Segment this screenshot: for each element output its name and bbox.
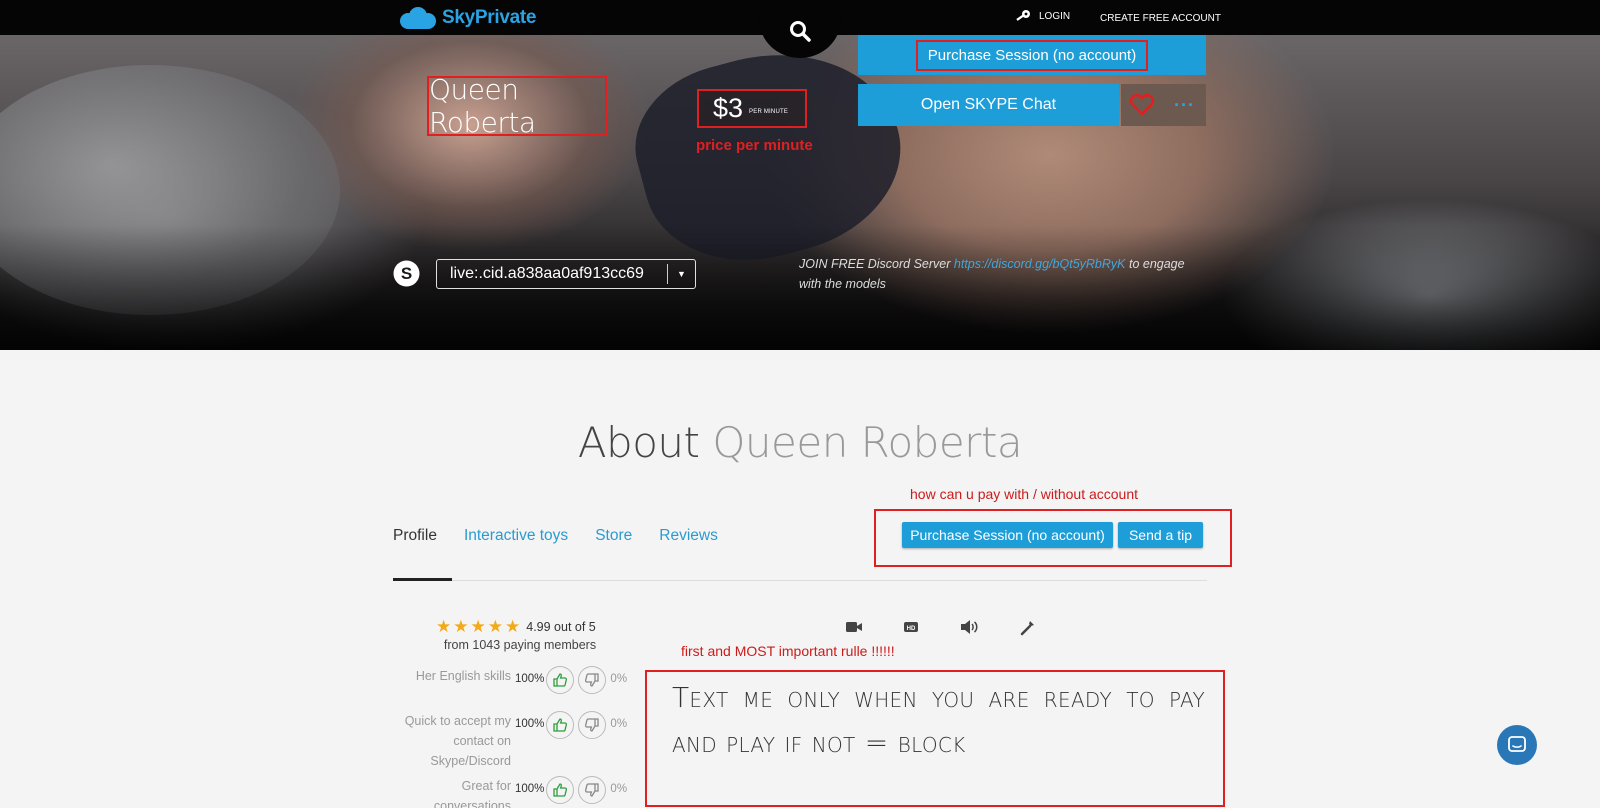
login-link[interactable]: LOGIN [1015, 9, 1070, 23]
skype-id-value: live:.cid.a838aa0af913cc69 [450, 265, 644, 282]
metric-up-percent: 100% [515, 783, 545, 795]
tab-interactive-toys[interactable]: Interactive toys [464, 527, 568, 545]
skype-id-dropdown[interactable]: live:.cid.a838aa0af913cc69 ▼ [436, 259, 696, 289]
thumbs-down-icon [585, 718, 600, 732]
video-camera-icon [846, 622, 862, 632]
purchase-session-label: Purchase Session (no account) [915, 39, 1149, 71]
annotation-rule-note: first and MOST important rulle !!!!!! [681, 643, 895, 659]
price-per-minute: $3 PER MINUTE [697, 89, 807, 128]
discord-prefix: JOIN FREE Discord Server [799, 257, 954, 271]
svg-text:S: S [401, 264, 412, 283]
paying-members-count: from 1043 paying members [443, 638, 597, 652]
profile-rule-text: Text me only when you are ready to pay a… [672, 681, 1205, 759]
model-name: Queen Roberta [427, 73, 607, 139]
metric-english-skills: Her English skills 100% 0% [400, 666, 627, 694]
thumbs-down-button[interactable] [578, 711, 607, 739]
key-icon [1016, 10, 1030, 21]
about-model-name: Queen Roberta [712, 418, 1023, 467]
thumbs-down-button[interactable] [578, 666, 607, 694]
logo-text: SkyPrivate [442, 7, 537, 28]
star-icon: ★ [436, 617, 452, 636]
metric-label: Her English skills [415, 669, 511, 683]
star-icon: ★ [487, 617, 503, 636]
favorite-button[interactable] [1121, 84, 1163, 126]
more-options-button[interactable]: ··· [1163, 84, 1206, 126]
feature-icons: HD [845, 618, 1037, 636]
metric-down-percent: 0% [610, 718, 628, 730]
send-tip-button[interactable]: Send a tip [1118, 522, 1203, 548]
skype-icon: S [393, 260, 420, 287]
metric-quick-accept: Quick to accept my contact on Skype/Disc… [400, 711, 627, 771]
tab-reviews[interactable]: Reviews [659, 527, 718, 545]
search-icon [790, 21, 811, 42]
active-tab-indicator [393, 578, 452, 581]
metric-label: Great for conversations [433, 779, 511, 808]
star-icon: ★ [505, 617, 521, 636]
thumbs-up-icon [553, 673, 568, 687]
chat-icon [1508, 736, 1526, 752]
metric-down-percent: 0% [610, 783, 628, 795]
star-icon: ★ [453, 617, 469, 636]
metric-up-percent: 100% [515, 718, 545, 730]
discord-promo: JOIN FREE Discord Server https://discord… [799, 254, 1209, 294]
price-amount: $3 [713, 93, 744, 123]
purchase-session-button-top[interactable]: Purchase Session (no account) [858, 35, 1206, 75]
metric-down-percent: 0% [610, 673, 628, 685]
thumbs-up-button[interactable] [546, 776, 575, 804]
thumbs-up-button[interactable] [546, 711, 575, 739]
rating-score: 4.99 out of 5 [526, 619, 596, 634]
tabs-divider [393, 580, 1207, 581]
open-skype-chat-button[interactable]: Open SKYPE Chat [858, 84, 1119, 126]
about-prefix: About [577, 418, 713, 467]
discord-link[interactable]: https://discord.gg/bQt5yRbRyK [954, 257, 1126, 271]
metric-label: Quick to accept my contact on Skype/Disc… [404, 714, 511, 768]
cloud-logo-icon [400, 7, 436, 29]
thumbs-up-button[interactable] [546, 666, 575, 694]
annotation-price-note: price per minute [696, 137, 813, 154]
thumbs-up-icon [553, 718, 568, 732]
star-icon: ★ [470, 617, 486, 636]
skyprivate-logo[interactable]: SkyPrivate [398, 6, 536, 30]
price-unit: PER MINUTE [749, 108, 789, 115]
thumbs-down-icon [585, 783, 600, 797]
live-chat-button[interactable] [1497, 725, 1537, 765]
create-account-link[interactable]: CREATE FREE ACCOUNT [1100, 13, 1221, 24]
thumbs-up-icon [553, 783, 568, 797]
tab-store[interactable]: Store [595, 527, 632, 545]
svg-text:HD: HD [907, 626, 916, 632]
metric-up-percent: 100% [515, 673, 545, 685]
annotation-pay-note: how can u pay with / without account [910, 486, 1139, 502]
thumbs-down-icon [585, 673, 600, 687]
metric-conversations: Great for conversations 100% 0% [400, 776, 627, 808]
tools-icon [1020, 621, 1034, 636]
star-rating: ★ ★ ★ ★ ★ 4.99 out of 5 [436, 618, 596, 635]
profile-tabs: Profile Interactive toys Store Reviews [393, 527, 745, 545]
login-label: LOGIN [1039, 10, 1071, 22]
about-title: About Queen Roberta [0, 418, 1600, 467]
thumbs-down-button[interactable] [578, 776, 607, 804]
speaker-icon [961, 620, 978, 634]
hero-banner [0, 35, 1600, 350]
tab-profile[interactable]: Profile [393, 527, 437, 545]
purchase-session-button[interactable]: Purchase Session (no account) [902, 522, 1113, 548]
chevron-down-icon[interactable]: ▼ [667, 264, 695, 284]
hd-icon: HD [904, 622, 918, 632]
heart-icon [1129, 94, 1155, 116]
